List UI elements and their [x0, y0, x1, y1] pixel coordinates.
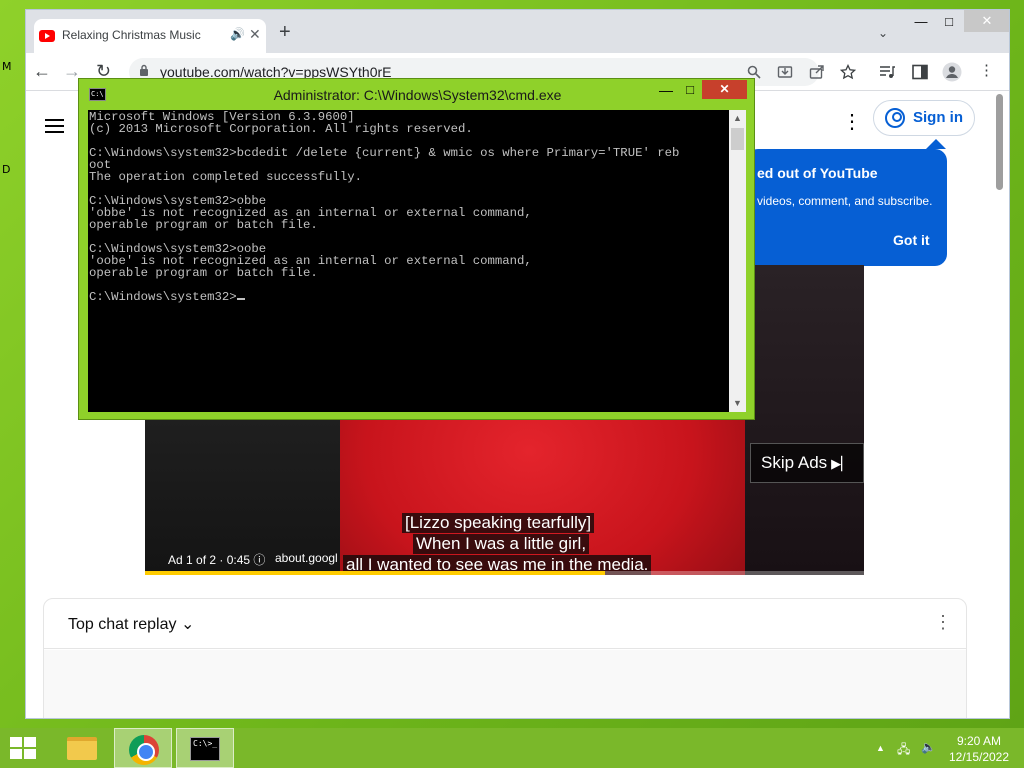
cmd-maximize-button[interactable]: □	[677, 82, 703, 97]
network-icon[interactable]: 🖧	[897, 740, 910, 761]
desktop-icon-label: D	[2, 163, 11, 176]
tab-strip: Relaxing Christmas Music ☃ 🔊 ✕ + ⌄ — □ ✕	[26, 10, 1009, 53]
windows-logo-pane	[10, 749, 22, 759]
video-progress-fill	[145, 571, 606, 575]
guide-menu-icon[interactable]	[45, 119, 64, 133]
video-frame-right	[745, 265, 864, 575]
clock-time: 9:20 AM	[956, 734, 1002, 748]
skip-ads-button[interactable]: Skip Ads ▶▏	[750, 443, 864, 483]
clock-date: 12/15/2022	[948, 750, 1010, 764]
tab-audio-icon[interactable]: 🔊	[230, 27, 245, 41]
taskbar-file-explorer[interactable]	[52, 728, 110, 768]
youtube-favicon-icon	[39, 30, 55, 42]
new-tab-button[interactable]: +	[279, 22, 291, 42]
bookmark-star-icon[interactable]	[840, 64, 856, 80]
popup-title: ed out of YouTube	[757, 165, 878, 181]
chat-body	[44, 650, 966, 718]
share-icon[interactable]	[809, 64, 825, 80]
console-scrollbar[interactable]: ▲ ▼	[729, 110, 746, 412]
tab-title: Relaxing Christmas Music ☃	[62, 28, 202, 42]
tab-close-icon[interactable]: ✕	[249, 26, 261, 43]
lock-icon[interactable]	[139, 64, 149, 77]
side-panel-icon[interactable]	[912, 64, 928, 80]
got-it-button[interactable]: Got it	[893, 232, 930, 248]
taskbar-cmd[interactable]: C:\>_	[176, 728, 234, 768]
media-control-icon[interactable]	[879, 64, 896, 80]
folder-icon	[67, 737, 97, 760]
sign-in-label: Sign in	[913, 109, 963, 126]
settings-kebab-icon[interactable]: ⋮	[842, 109, 862, 134]
volume-icon[interactable]: 🔈	[921, 740, 936, 754]
account-icon	[885, 108, 905, 128]
tray-overflow-icon[interactable]: ▲	[876, 743, 885, 753]
skip-next-icon: ▶▏	[831, 456, 852, 471]
taskbar: C:\>_ ▲ 🖧 🔈 9:20 AM 12/15/2022	[0, 728, 1024, 768]
console-cursor	[236, 298, 245, 300]
chrome-icon	[129, 735, 159, 765]
console-area[interactable]: Microsoft Windows [Version 6.3.9600] (c)…	[88, 110, 729, 412]
start-button[interactable]	[10, 737, 38, 761]
clock[interactable]: 9:20 AM 12/15/2022	[940, 733, 1018, 765]
maximize-button[interactable]: □	[938, 14, 960, 29]
taskbar-chrome[interactable]	[114, 728, 172, 768]
tab-search-icon[interactable]: ⌄	[878, 26, 888, 40]
cmd-minimize-button[interactable]: —	[653, 82, 679, 98]
chat-mode-dropdown[interactable]: Top chat replay ⌄	[68, 614, 194, 634]
console-output: Microsoft Windows [Version 6.3.9600] (c)…	[89, 110, 680, 304]
popup-body: videos, comment, and subscribe.	[757, 194, 933, 208]
search-icon[interactable]	[747, 65, 761, 79]
back-button[interactable]: ←	[33, 62, 51, 80]
windows-logo-pane	[24, 749, 36, 759]
caption-line: [Lizzo speaking tearfully]	[402, 513, 595, 533]
chat-panel: Top chat replay ⌄ ⋮	[43, 598, 967, 718]
minimize-button[interactable]: —	[910, 14, 932, 29]
cmd-window: C:\ Administrator: C:\Windows\System32\c…	[78, 78, 755, 420]
scroll-up-arrow-icon[interactable]: ▲	[729, 110, 746, 127]
scroll-down-arrow-icon[interactable]: ▼	[729, 395, 746, 412]
windows-logo-pane	[24, 737, 36, 747]
scrollbar-thumb[interactable]	[996, 94, 1003, 190]
skip-ads-label: Skip Ads	[761, 453, 828, 472]
console-text: Microsoft Windows [Version 6.3.9600] (c)…	[89, 111, 679, 303]
install-icon[interactable]	[777, 64, 793, 80]
page-scrollbar[interactable]	[994, 92, 1006, 718]
profile-icon[interactable]	[942, 62, 962, 82]
desktop-icon-label: M	[2, 60, 12, 73]
caption-line: When I was a little girl,	[413, 534, 590, 554]
cmd-titlebar[interactable]: C:\ Administrator: C:\Windows\System32\c…	[79, 79, 754, 108]
cmd-close-button[interactable]: ✕	[702, 80, 747, 99]
popup-arrow	[926, 139, 946, 149]
console-scroll-thumb[interactable]	[731, 128, 744, 150]
video-progress-bar[interactable]	[145, 571, 864, 575]
ad-info[interactable]: Ad 1 of 2 · 0:45 ⓘ	[168, 551, 265, 568]
ad-link[interactable]: about.googl	[275, 551, 338, 565]
windows-logo-pane	[10, 737, 22, 747]
tab-youtube[interactable]: Relaxing Christmas Music ☃ 🔊 ✕	[34, 19, 266, 53]
cmd-icon: C:\>_	[190, 737, 220, 761]
sign-in-button[interactable]: Sign in	[873, 100, 975, 136]
close-window-button[interactable]: ✕	[964, 10, 1009, 32]
menu-icon[interactable]: ⋮	[979, 63, 994, 79]
signed-out-popup: ed out of YouTube videos, comment, and s…	[746, 139, 947, 266]
chat-kebab-icon[interactable]: ⋮	[934, 612, 952, 633]
chat-header: Top chat replay ⌄ ⋮	[44, 599, 966, 649]
